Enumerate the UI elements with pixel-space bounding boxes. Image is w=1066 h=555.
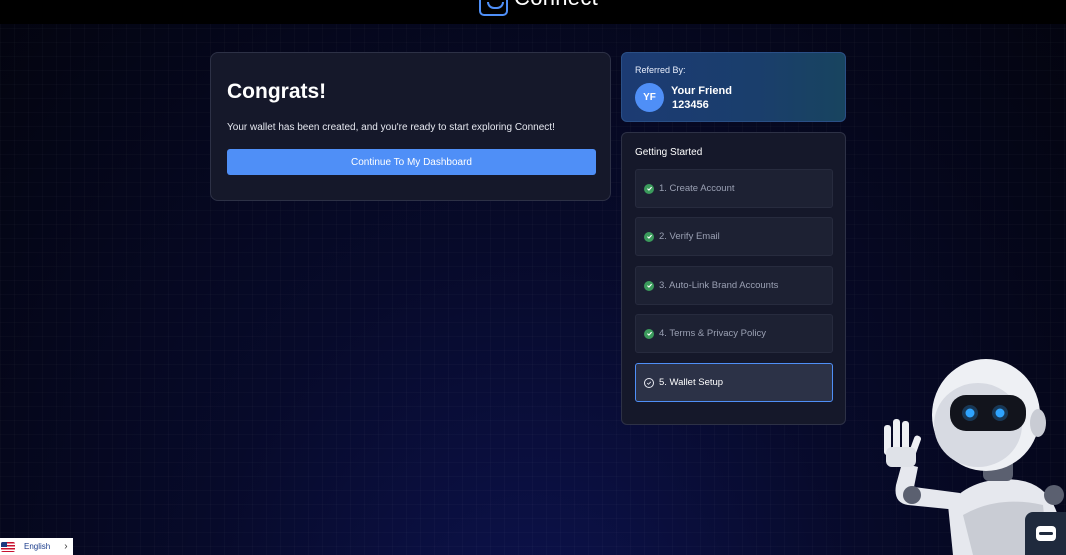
referral-label: Referred By: bbox=[635, 65, 686, 75]
congrats-card: Congrats! Your wallet has been created, … bbox=[210, 52, 611, 201]
avatar: YF bbox=[635, 83, 664, 112]
language-label: English bbox=[24, 542, 51, 551]
step-auto-link-brand-accounts[interactable]: 3. Auto-Link Brand Accounts bbox=[635, 266, 833, 305]
step-label: 2. Verify Email bbox=[659, 231, 720, 242]
step-label: 5. Wallet Setup bbox=[659, 377, 724, 388]
top-header: Connect bbox=[0, 0, 1066, 24]
referral-card: Referred By: YF Your Friend 123456 bbox=[621, 52, 846, 122]
page-title: Congrats! bbox=[227, 80, 327, 103]
step-wallet-setup[interactable]: 5. Wallet Setup bbox=[635, 363, 833, 402]
wallet-created-message: Your wallet has been created, and you're… bbox=[227, 122, 555, 133]
check-circle-outline-icon bbox=[644, 377, 654, 388]
step-create-account[interactable]: 1. Create Account bbox=[635, 169, 833, 208]
check-circle-icon bbox=[644, 183, 654, 194]
check-circle-icon bbox=[644, 280, 654, 291]
check-circle-icon bbox=[644, 328, 654, 339]
language-selector[interactable]: English › bbox=[0, 538, 73, 555]
chat-support-button[interactable] bbox=[1025, 512, 1066, 555]
us-flag-icon bbox=[1, 541, 15, 552]
step-verify-email[interactable]: 2. Verify Email bbox=[635, 217, 833, 256]
step-label: 1. Create Account bbox=[659, 183, 735, 194]
step-terms-privacy-policy[interactable]: 4. Terms & Privacy Policy bbox=[635, 314, 833, 353]
getting-started-card: Getting Started 1. Create Account 2. Ver… bbox=[621, 132, 846, 425]
step-label: 4. Terms & Privacy Policy bbox=[659, 328, 766, 339]
getting-started-title: Getting Started bbox=[635, 147, 703, 158]
continue-dashboard-button[interactable]: Continue To My Dashboard bbox=[227, 149, 596, 175]
step-label: 3. Auto-Link Brand Accounts bbox=[659, 280, 779, 291]
chevron-right-icon: › bbox=[64, 541, 68, 552]
referrer-name: Your Friend bbox=[671, 85, 732, 97]
brand-logo[interactable]: Connect bbox=[479, 0, 598, 16]
chat-bubble-icon bbox=[1035, 526, 1056, 541]
referrer-code: 123456 bbox=[672, 99, 709, 111]
connect-logo-icon bbox=[479, 0, 508, 16]
check-circle-icon bbox=[644, 231, 654, 242]
brand-name: Connect bbox=[514, 0, 598, 11]
